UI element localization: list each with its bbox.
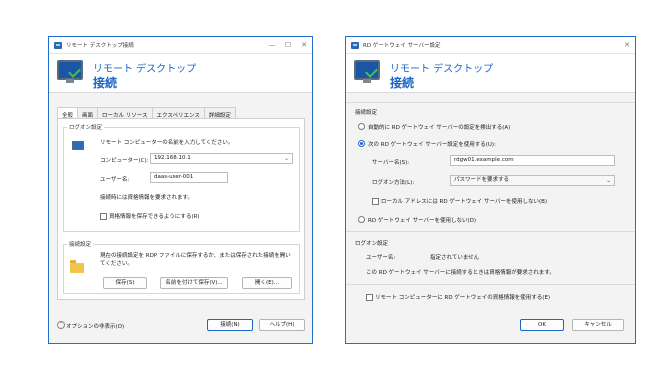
save-as-button[interactable]: 名前を付けて保存(V)...: [160, 277, 228, 289]
window-title: リモート デスクトップ接続: [66, 43, 134, 49]
user-label: ユーザー名:: [100, 177, 130, 183]
server-name-value: rdgw01.example.com: [454, 157, 514, 163]
app-icon: [54, 41, 62, 49]
auto-detect-radio[interactable]: [358, 123, 365, 130]
bypass-local-label: ローカル アドレスには RD ゲートウェイ サーバーを使用しない(B): [381, 199, 548, 205]
save-credentials-checkbox[interactable]: [100, 213, 107, 220]
server-name-input[interactable]: rdgw01.example.com: [450, 155, 615, 166]
computer-label: コンピューター(C):: [100, 158, 149, 164]
title-bar: RD ゲートウェイ サーバー設定 ✕: [346, 37, 635, 54]
open-button[interactable]: 開く(E)...: [242, 277, 292, 289]
banner-title-line1: リモート デスクトップ: [93, 64, 197, 75]
divider: [346, 231, 635, 232]
logon-settings-label: ログオン設定: [67, 123, 105, 131]
logon-method-value: パスワードを要求する: [454, 177, 510, 183]
chevron-down-icon[interactable]: ⌄: [606, 176, 611, 185]
server-name-label: サーバー名(S):: [372, 160, 410, 166]
minimize-icon[interactable]: —: [264, 41, 280, 49]
use-gateway-credentials-label: リモート コンピューターに RD ゲートウェイの資格情報を使用する(E): [375, 295, 551, 301]
logon-settings-label: ログオン設定: [355, 241, 389, 247]
hide-options-link[interactable]: オプションの非表示(O): [66, 322, 124, 330]
gateway-user-label: ユーザー名:: [366, 255, 396, 261]
ok-button[interactable]: OK: [520, 319, 564, 331]
maximize-icon[interactable]: ☐: [280, 41, 296, 49]
connection-desc-1: 現在の接続設定を RDP ファイルに保存するか、または保存された接続を開いてくだ…: [100, 253, 291, 267]
bypass-local-checkbox[interactable]: [372, 198, 379, 205]
general-tab-panel: ログオン設定 リモート コンピューターの名前を入力してください。 コンピューター…: [57, 118, 305, 300]
banner: リモート デスクトップ 接続: [346, 54, 635, 93]
connection-settings-label: 接続設定: [67, 240, 94, 248]
banner-title-line2: 接続: [93, 76, 118, 90]
help-button[interactable]: ヘルプ(H): [259, 319, 305, 331]
credential-note: 接続時には資格情報を要求されます。: [100, 195, 193, 201]
connect-button[interactable]: 接続(N): [207, 319, 253, 331]
computer-value: 192.168.10.1: [154, 155, 191, 161]
banner: リモート デスクトップ 接続: [49, 54, 312, 93]
close-icon[interactable]: ✕: [619, 41, 635, 49]
no-gateway-label: RD ゲートウェイ サーバーを使用しない(D): [368, 218, 477, 224]
app-icon: [351, 41, 359, 49]
chevron-down-icon[interactable]: ⌄: [284, 154, 289, 163]
connection-settings-label: 接続設定: [355, 110, 378, 116]
logon-instruction: リモート コンピューターの名前を入力してください。: [100, 140, 234, 146]
logon-method-select[interactable]: パスワードを要求する ⌄: [450, 175, 615, 186]
title-bar: リモート デスクトップ接続 — ☐ ✕: [49, 37, 312, 54]
computer-icon: [72, 141, 84, 150]
folder-icon: [70, 260, 84, 273]
user-input[interactable]: daas-user-001: [150, 172, 228, 183]
logon-method-label: ログオン方法(L):: [372, 180, 415, 186]
gateway-credential-note: この RD ゲートウェイ サーバーに接続するときは資格情報が要求されます。: [366, 270, 555, 276]
close-icon[interactable]: ✕: [296, 41, 312, 49]
use-gateway-credentials-checkbox[interactable]: [366, 294, 373, 301]
save-button[interactable]: 保存(S): [103, 277, 147, 289]
rd-gateway-settings-window: RD ゲートウェイ サーバー設定 ✕ リモート デスクトップ 接続 接続設定 自…: [345, 36, 636, 344]
save-credentials-label: 資格情報を保存できるようにする(R): [109, 214, 200, 220]
window-title: RD ゲートウェイ サーバー設定: [363, 43, 441, 49]
chevron-up-icon[interactable]: ˄: [57, 321, 65, 329]
banner-title-line1: リモート デスクトップ: [390, 64, 494, 75]
no-gateway-radio[interactable]: [358, 216, 365, 223]
banner-title-line2: 接続: [390, 76, 415, 90]
computer-input[interactable]: 192.168.10.1 ⌄: [150, 153, 293, 164]
divider: [346, 102, 635, 103]
remote-desktop-connection-window: リモート デスクトップ接続 — ☐ ✕ リモート デスクトップ 接続 全般 画面…: [48, 36, 313, 344]
divider: [346, 284, 635, 285]
gateway-user-value: 指定されていません: [430, 255, 480, 261]
use-settings-radio[interactable]: [358, 140, 365, 147]
user-value: daas-user-001: [154, 174, 194, 180]
auto-detect-label: 自動的に RD ゲートウェイ サーバーの設定を検出する(A): [368, 125, 511, 131]
use-settings-label: 次の RD ゲートウェイ サーバー設定を使用する(U):: [368, 142, 496, 148]
cancel-button[interactable]: キャンセル: [572, 319, 624, 331]
